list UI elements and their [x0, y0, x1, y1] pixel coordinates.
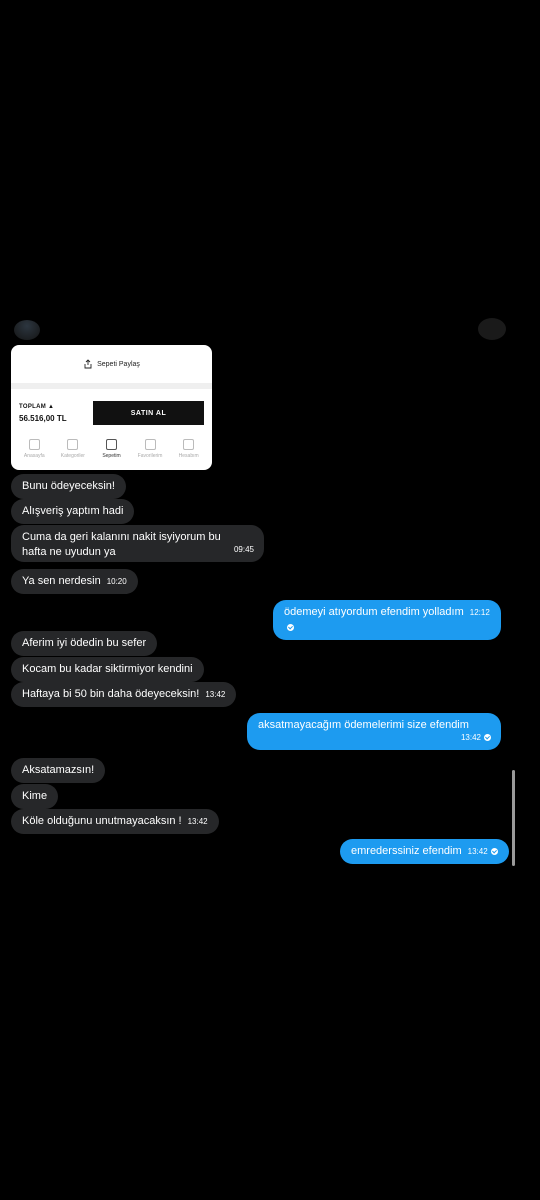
message-incoming[interactable]: Kime — [11, 784, 59, 809]
bag-icon — [105, 439, 117, 450]
nav-favorites: Favorilerim — [132, 439, 168, 459]
message-incoming[interactable]: Aferim iyi ödedin bu sefer — [11, 631, 158, 656]
total-row: TOPLAM ▲ 56.516,00 TL SATIN AL — [11, 389, 212, 429]
share-cart-label: Sepeti Paylaş — [97, 360, 140, 368]
message-incoming[interactable]: Ya sen nerdesin 10:20 — [11, 569, 138, 594]
nav-home: Anasayfa — [16, 439, 52, 459]
message-time: 10:20 — [106, 577, 127, 586]
nav-categories: Kategoriler — [55, 439, 91, 459]
nav-account: Hesabım — [171, 439, 207, 459]
total-label: TOPLAM — [19, 403, 47, 410]
share-icon — [84, 359, 92, 369]
message-outgoing[interactable]: emrederssiniz efendim 13:42 — [340, 839, 509, 864]
cart-bottom-nav: Anasayfa Kategoriler Sepetim Favorilerim… — [11, 433, 212, 459]
message-time: 13:42 — [205, 690, 226, 699]
message-time: 13:42 — [187, 817, 208, 826]
buy-button: SATIN AL — [93, 401, 204, 425]
cart-screenshot-image[interactable]: Sepeti Paylaş TOPLAM ▲ 56.516,00 TL SATI… — [11, 345, 212, 470]
message-incoming[interactable]: Köle olduğunu unutmayacaksın ! 13:42 — [11, 809, 219, 834]
message-time: 13:42 — [467, 847, 488, 856]
grid-icon — [67, 439, 79, 450]
read-receipt-icon — [484, 734, 491, 741]
scrollbar[interactable] — [512, 770, 515, 866]
message-incoming[interactable]: Bunu ödeyeceksin! — [11, 474, 126, 499]
message-incoming[interactable]: Aksatamazsın! — [11, 758, 106, 783]
total-value: 56.516,00 TL — [19, 413, 67, 423]
message-time: 12:12 — [469, 608, 490, 617]
share-cart-row: Sepeti Paylaş — [11, 345, 212, 383]
user-icon — [183, 439, 195, 450]
home-icon — [28, 439, 40, 450]
read-receipt-icon — [287, 624, 294, 631]
heart-icon — [144, 439, 156, 450]
nav-cart: Sepetim — [93, 439, 129, 459]
message-outgoing[interactable]: ödemeyi atıyordum efendim yolladım 12:12 — [273, 600, 501, 640]
message-incoming[interactable]: Alışveriş yaptım hadi — [11, 499, 135, 524]
read-receipt-icon — [490, 848, 498, 855]
message-outgoing[interactable]: aksatmayacağım ödemelerimi size efendim … — [247, 713, 501, 750]
message-incoming[interactable]: Haftaya bi 50 bin daha ödeyeceksin! 13:42 — [11, 682, 237, 707]
message-time: 13:42 — [460, 733, 481, 742]
scroll-button[interactable] — [478, 318, 506, 340]
message-time: 09:45 — [233, 545, 254, 554]
message-incoming[interactable]: Kocam bu kadar siktirmiyor kendini — [11, 657, 204, 682]
avatar[interactable] — [14, 320, 40, 340]
message-incoming[interactable]: Cuma da geri kalanını nakit isyiyorum bu… — [11, 525, 264, 562]
caret-up-icon: ▲ — [48, 403, 55, 410]
